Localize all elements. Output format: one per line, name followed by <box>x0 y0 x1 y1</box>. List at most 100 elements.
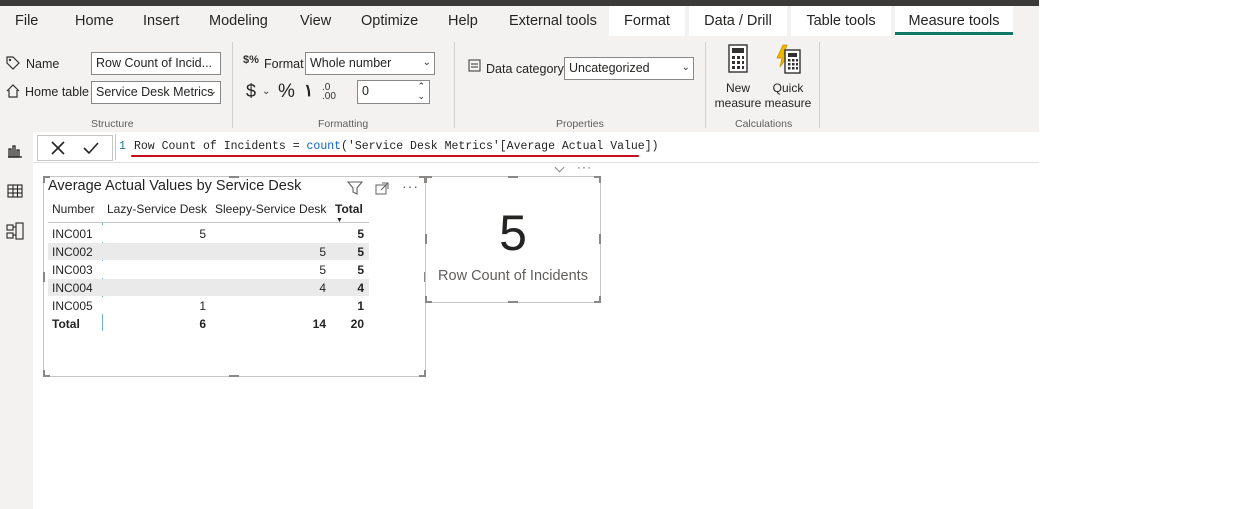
home-icon <box>5 83 21 104</box>
resize-handle[interactable] <box>43 176 45 183</box>
resize-handle[interactable] <box>425 176 427 183</box>
column-header-sleepy[interactable]: Sleepy-Service Desk <box>215 202 326 216</box>
chevron-down-icon: ⌄ <box>208 86 217 97</box>
resize-handle[interactable] <box>424 370 426 377</box>
tab-insert[interactable]: Insert <box>143 6 179 36</box>
formula-bar: 1 Row Count of Incidents = count('Servic… <box>33 132 1039 163</box>
properties-group-label: Properties <box>556 118 604 130</box>
tab-view[interactable]: View <box>300 6 331 36</box>
row-sleepy-value: 5 <box>319 245 326 259</box>
percent-button[interactable]: % <box>278 81 295 103</box>
column-header-lazy[interactable]: Lazy-Service Desk <box>107 202 207 216</box>
resize-handle[interactable] <box>425 296 427 303</box>
tab-data-drill[interactable]: Data / Drill <box>689 6 787 36</box>
model-view-icon[interactable] <box>6 222 24 245</box>
tag-icon <box>5 55 21 76</box>
decimal-places-value: 0 <box>362 84 369 98</box>
resize-handle[interactable] <box>425 234 427 244</box>
focus-mode-icon[interactable] <box>375 182 389 200</box>
home-table-value: Service Desk Metrics <box>96 85 214 99</box>
tab-file[interactable]: File <box>15 6 38 36</box>
group-divider <box>705 42 706 128</box>
format-value: Whole number <box>310 56 392 70</box>
format-select[interactable]: Whole number ⌄ <box>305 52 435 75</box>
column-header-total[interactable]: Total <box>335 202 363 216</box>
table-view-icon[interactable] <box>7 184 23 203</box>
header-divider <box>48 222 369 223</box>
ribbon-panel: Name Row Count of Incid... Home table Se… <box>0 36 1039 133</box>
resize-handle[interactable] <box>229 176 239 178</box>
row-total-value: 5 <box>357 227 364 241</box>
resize-handle[interactable] <box>599 176 601 183</box>
more-options-icon[interactable]: ··· <box>577 160 592 174</box>
resize-handle[interactable] <box>43 272 45 282</box>
row-lazy-value: 1 <box>199 299 206 313</box>
formula-function: count <box>306 140 342 153</box>
commit-icon[interactable] <box>82 140 100 161</box>
tab-help[interactable]: Help <box>448 6 478 36</box>
formula-editor[interactable]: 1 Row Count of Incidents = count('Servic… <box>115 134 1040 160</box>
table-row[interactable] <box>48 297 369 314</box>
format-icon: $% <box>243 54 259 66</box>
ribbon-tab-strip: File Home Insert Modeling View Optimize … <box>0 6 1039 36</box>
comma-button[interactable]: ١ <box>304 81 313 101</box>
chevron-down-icon[interactable]: ⌄ <box>262 86 270 97</box>
card-value: 5 <box>499 205 527 261</box>
row-number: INC001 <box>52 227 93 241</box>
matrix-visual[interactable]: Average Actual Values by Service Desk ··… <box>43 176 426 377</box>
formula-buttons <box>37 135 113 161</box>
structure-group-label: Structure <box>91 118 134 130</box>
filter-icon[interactable] <box>346 181 364 200</box>
tab-table-tools[interactable]: Table tools <box>791 6 891 36</box>
tab-home[interactable]: Home <box>75 6 114 36</box>
tab-external-tools[interactable]: External tools <box>509 6 597 36</box>
total-grand-value: 20 <box>350 317 364 331</box>
resize-handle[interactable] <box>599 296 601 303</box>
formula-argument: ('Service Desk Metrics'[Average Actual V… <box>341 140 659 153</box>
group-divider <box>819 42 820 128</box>
quick-measure-button[interactable]: Quick measure <box>762 44 814 114</box>
row-number: INC004 <box>52 281 93 295</box>
row-number: INC002 <box>52 245 93 259</box>
more-options-icon[interactable]: ··· <box>402 178 419 194</box>
data-category-value: Uncategorized <box>569 61 650 75</box>
resize-handle[interactable] <box>229 375 239 377</box>
tab-modeling[interactable]: Modeling <box>209 6 268 36</box>
card-visual[interactable]: 5 Row Count of Incidents ··· <box>425 160 601 303</box>
resize-handle[interactable] <box>599 234 601 244</box>
row-lazy-value: 5 <box>199 227 206 241</box>
data-category-select[interactable]: Uncategorized ⌄ <box>564 57 694 80</box>
resize-handle[interactable] <box>43 370 45 377</box>
measure-name-input[interactable]: Row Count of Incid... <box>91 52 221 75</box>
row-total-value: 4 <box>357 281 364 295</box>
column-header-number[interactable]: Number <box>52 202 95 216</box>
report-view-icon[interactable] <box>7 144 23 163</box>
home-table-select[interactable]: Service Desk Metrics ⌄ <box>91 81 221 104</box>
table-row[interactable] <box>48 225 369 242</box>
new-measure-button[interactable]: New measure <box>712 44 764 114</box>
new-measure-line1: New <box>725 81 750 95</box>
chevron-down-icon: ⌄ <box>422 57 431 68</box>
spin-down-icon[interactable]: ⌄ <box>417 86 425 103</box>
line-number: 1 <box>119 140 126 153</box>
total-sleepy-value: 14 <box>312 317 326 331</box>
resize-handle[interactable] <box>508 301 518 303</box>
home-table-label: Home table <box>25 85 89 99</box>
decimal-places-input[interactable]: 0 ⌃ ⌄ <box>357 80 430 104</box>
tab-optimize[interactable]: Optimize <box>361 6 418 36</box>
decimal-places-icon[interactable]: .0.00 <box>322 83 336 102</box>
chevron-down-icon: ⌄ <box>681 62 690 73</box>
data-category-icon <box>468 59 481 77</box>
total-row-label: Total <box>52 317 80 331</box>
total-lazy-value: 6 <box>199 317 206 331</box>
tab-format[interactable]: Format <box>609 6 685 36</box>
cancel-icon[interactable] <box>50 140 66 161</box>
currency-button[interactable]: $ <box>246 81 256 102</box>
formatting-group-label: Formatting <box>318 118 369 130</box>
row-number: INC003 <box>52 263 93 277</box>
drag-handle[interactable] <box>554 162 565 173</box>
tab-measure-tools[interactable]: Measure tools <box>895 6 1013 36</box>
resize-handle[interactable] <box>508 176 518 178</box>
quick-measure-line2: measure <box>764 96 812 110</box>
card-label: Row Count of Incidents <box>438 268 588 284</box>
